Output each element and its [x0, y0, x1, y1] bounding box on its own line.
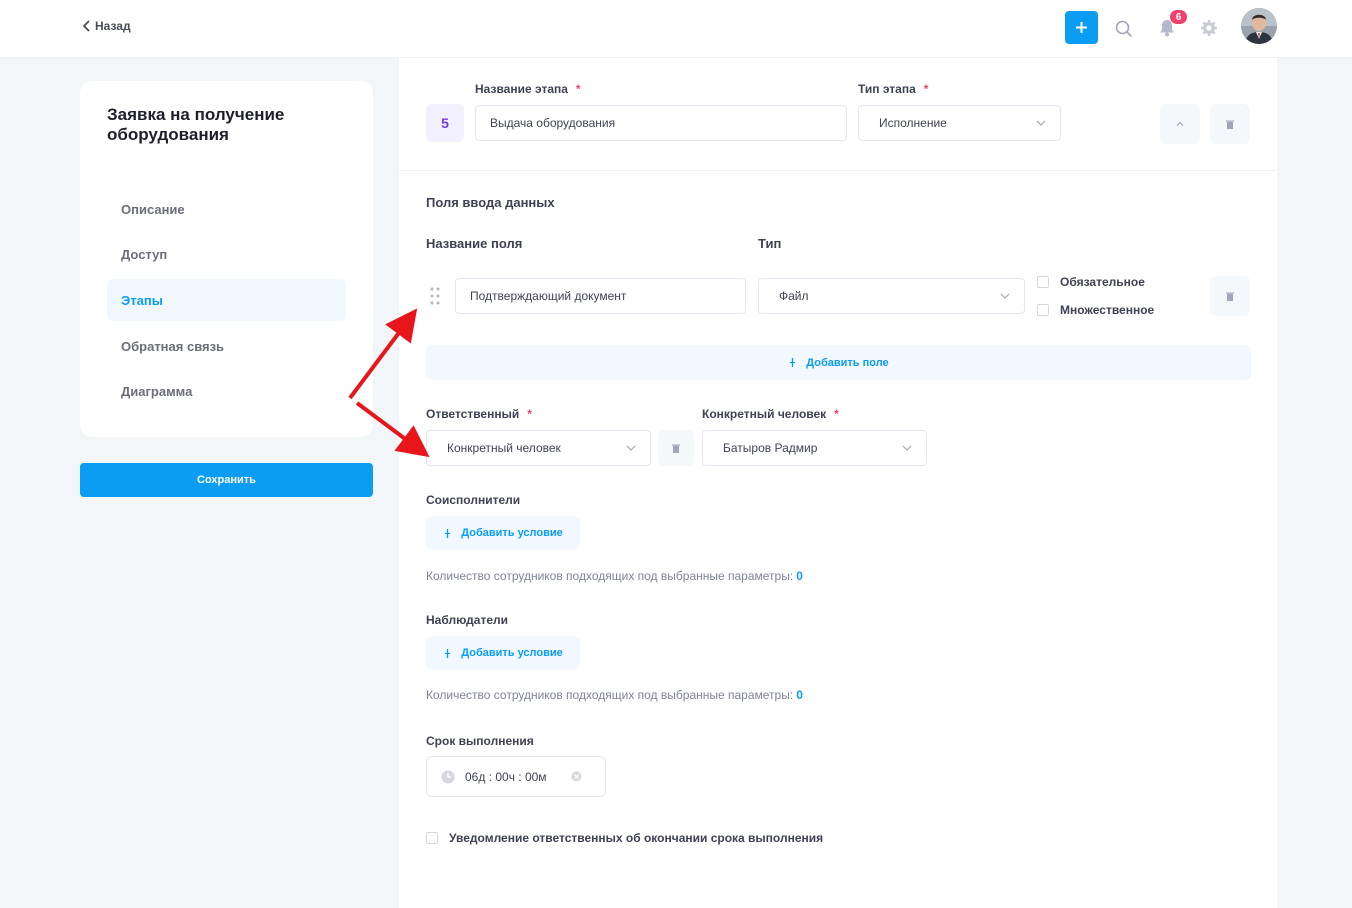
stage-number: 5 [426, 104, 464, 142]
settings-button[interactable] [1199, 18, 1219, 38]
back-label: Назад [95, 19, 131, 33]
deadline-input[interactable]: 06д : 00ч : 00м [426, 756, 606, 797]
responsible-value: Конкретный человек [447, 441, 561, 455]
add-condition-label: Добавить условие [461, 647, 563, 659]
required-mark: * [834, 407, 839, 421]
back-button[interactable]: Назад [82, 19, 131, 33]
chevron-down-icon [1036, 120, 1046, 126]
stage-name-label: Название этапа * [475, 82, 581, 96]
chevron-down-icon [1000, 293, 1010, 299]
user-photo-icon [1241, 8, 1277, 44]
delete-stage-button[interactable] [1210, 104, 1250, 144]
sidebar-card: Заявка на получение оборудования Описани… [80, 81, 373, 437]
field-name-input[interactable]: Подтверждающий документ [455, 278, 746, 314]
coexecutors-label: Соисполнители [426, 493, 521, 507]
field-type-header: Тип [758, 236, 782, 251]
field-type-select[interactable]: Файл [758, 278, 1025, 314]
process-title: Заявка на получение оборудования [107, 105, 285, 144]
stage-type-value: Исполнение [879, 116, 947, 130]
save-button[interactable]: Сохранить [80, 463, 373, 497]
input-fields-title: Поля ввода данных [426, 195, 555, 210]
chevron-left-icon [82, 20, 90, 32]
add-coexecutor-condition-button[interactable]: Добавить условие [426, 516, 580, 550]
stage-editor: 5 Название этапа * Выдача оборудования Ти… [399, 58, 1277, 908]
clear-icon[interactable] [571, 771, 582, 782]
chevron-up-icon [1176, 121, 1184, 126]
observers-count: 0 [796, 688, 803, 702]
trash-icon [672, 444, 680, 453]
responsible-select[interactable]: Конкретный человек [426, 430, 651, 466]
multiple-checkbox-label: Множественное [1060, 303, 1155, 317]
search-button[interactable] [1113, 18, 1135, 40]
sidebar-item-description[interactable]: Описание [107, 188, 346, 230]
divider [399, 170, 1277, 171]
notify-label: Уведомление ответственных об окончании с… [449, 831, 824, 845]
field-name-header: Название поля [426, 236, 523, 251]
trash-icon [1226, 292, 1234, 301]
create-button[interactable] [1065, 11, 1098, 44]
required-mark: * [575, 82, 581, 96]
delete-field-button[interactable] [1210, 276, 1250, 316]
checkbox-box[interactable] [426, 832, 438, 844]
observers-count-text: Количество сотрудников подходящих под вы… [426, 688, 803, 702]
top-bar: Назад 6 [0, 0, 1352, 58]
sidebar-item-stages[interactable]: Этапы [107, 279, 346, 321]
responsible-label: Ответственный * [426, 407, 532, 421]
person-select[interactable]: Батыров Радмир [702, 430, 927, 466]
checkbox-box[interactable] [1037, 304, 1049, 316]
stage-type-label: Тип этапа * [858, 82, 929, 96]
required-checkbox-label: Обязательное [1060, 275, 1145, 289]
coexecutors-count: 0 [796, 569, 803, 583]
move-up-button[interactable] [1160, 104, 1200, 144]
clock-icon [441, 770, 455, 783]
plus-icon [1076, 22, 1087, 33]
add-field-button[interactable]: Добавить поле [426, 345, 1251, 380]
stage-type-select[interactable]: Исполнение [858, 105, 1061, 141]
deadline-label: Срок выполнения [426, 734, 534, 748]
plus-icon [445, 648, 451, 658]
plus-icon [445, 528, 451, 538]
observers-label: Наблюдатели [426, 613, 509, 627]
add-condition-label: Добавить условие [461, 527, 563, 539]
notifications-badge: 6 [1170, 10, 1187, 24]
stage-name-input[interactable]: Выдача оборудования [475, 105, 847, 141]
gear-icon [1201, 20, 1217, 36]
trash-icon [1226, 120, 1234, 129]
delete-responsible-button[interactable] [658, 430, 694, 466]
chevron-down-icon [902, 445, 912, 451]
sidebar-item-access[interactable]: Доступ [107, 233, 346, 275]
field-type-value: Файл [779, 289, 809, 303]
person-label: Конкретный человек * [702, 407, 839, 421]
sidebar-item-diagram[interactable]: Диаграмма [107, 370, 346, 412]
drag-handle-icon[interactable] [430, 287, 440, 305]
sidebar-item-feedback[interactable]: Обратная связь [107, 325, 346, 367]
coexecutors-count-text: Количество сотрудников подходящих под вы… [426, 569, 803, 583]
required-mark: * [923, 82, 929, 96]
checkbox-box[interactable] [1037, 276, 1049, 288]
chevron-down-icon [626, 445, 636, 451]
add-field-label: Добавить поле [806, 356, 889, 369]
required-checkbox[interactable]: Обязательное [1037, 275, 1145, 289]
add-observer-condition-button[interactable]: Добавить условие [426, 636, 580, 670]
required-mark: * [527, 407, 532, 421]
multiple-checkbox[interactable]: Множественное [1037, 303, 1154, 317]
notify-checkbox[interactable]: Уведомление ответственных об окончании с… [426, 831, 823, 845]
plus-icon [790, 358, 796, 367]
user-avatar[interactable] [1241, 8, 1277, 44]
search-icon [1115, 20, 1133, 38]
person-value: Батыров Радмир [723, 441, 818, 455]
deadline-value: 06д : 00ч : 00м [465, 769, 547, 784]
